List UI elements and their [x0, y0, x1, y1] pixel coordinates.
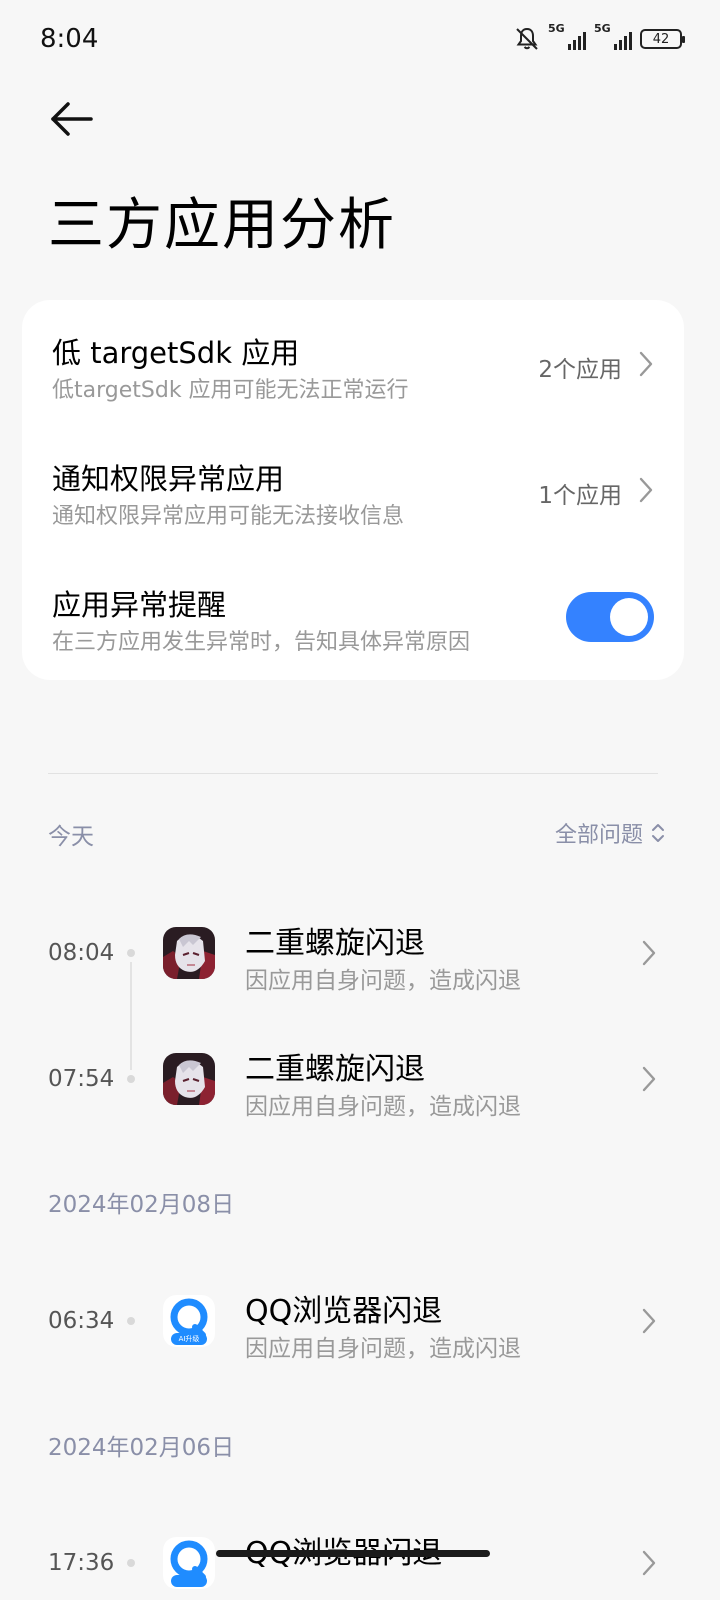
chevron-right-icon — [639, 477, 653, 503]
log-time: 08:04 — [48, 940, 115, 966]
low-targetsdk-row[interactable]: 低 targetSdk 应用 低targetSdk 应用可能无法正常运行 2个应… — [22, 300, 684, 426]
chevron-right-icon — [642, 1308, 656, 1334]
arrow-left-icon — [51, 102, 93, 136]
row-subtitle: 在三方应用发生异常时，告知具体异常原因 — [52, 630, 471, 655]
back-button[interactable] — [46, 95, 98, 143]
row-value: 2个应用 — [538, 357, 622, 383]
log-title: QQ浏览器闪退 — [245, 1294, 443, 1329]
filter-label: 全部问题 — [554, 823, 643, 848]
row-value: 1个应用 — [538, 483, 622, 509]
log-time: 07:54 — [48, 1066, 115, 1092]
log-subtitle: 因应用自身问题，造成闪退 — [245, 968, 521, 994]
qq-browser-icon: AI升级 — [163, 1295, 215, 1347]
log-title: 二重螺旋闪退 — [245, 1052, 425, 1087]
signal-label: 5G — [594, 22, 611, 35]
toggle-knob — [610, 598, 648, 636]
filter-dropdown[interactable]: 全部问题 — [555, 817, 665, 849]
home-indicator[interactable] — [216, 1550, 490, 1557]
signal-icon: 5G — [594, 22, 632, 50]
log-time: 06:34 — [48, 1308, 115, 1334]
chevron-right-icon — [642, 940, 656, 966]
chevron-right-icon — [642, 1550, 656, 1576]
log-subtitle: 因应用自身问题，造成闪退 — [245, 1336, 521, 1362]
log-item[interactable]: 17:36 QQ浏览器闪退 — [0, 1515, 720, 1600]
bell-muted-icon — [516, 27, 538, 50]
row-subtitle: 低targetSdk 应用可能无法正常运行 — [52, 378, 409, 403]
timeline-dot — [127, 1317, 135, 1325]
log-item[interactable]: 08:04 二重螺旋闪退 因应用自身问题，造成闪退 — [0, 905, 720, 1005]
game-avatar-icon — [163, 1053, 215, 1105]
section-date: 今天 — [48, 824, 94, 850]
row-title: 通知权限异常应用 — [52, 462, 285, 496]
timeline-dot — [127, 1075, 135, 1083]
chevron-right-icon — [639, 351, 653, 377]
sort-updown-icon — [652, 824, 664, 842]
qq-browser-icon — [163, 1537, 215, 1589]
log-title: 二重螺旋闪退 — [245, 926, 425, 961]
section-date: 2024年02月08日 — [48, 1192, 235, 1218]
status-icons: 5G 5G 42 — [514, 22, 685, 52]
chevron-right-icon — [642, 1066, 656, 1092]
battery-level: 42 — [652, 31, 670, 47]
signal-icon: 5G — [548, 22, 586, 50]
timeline-dot — [127, 1559, 135, 1567]
battery-icon: 42 — [640, 29, 685, 49]
section-date: 2024年02月06日 — [48, 1435, 235, 1461]
log-item[interactable]: 07:54 二重螺旋闪退 因应用自身问题，造成闪退 — [0, 1031, 720, 1131]
timeline-dot — [127, 949, 135, 957]
row-subtitle: 通知权限异常应用可能无法接收信息 — [52, 504, 405, 529]
exception-alert-toggle[interactable] — [566, 592, 654, 642]
log-time: 17:36 — [48, 1550, 115, 1576]
app-badge: AI升级 — [178, 1335, 200, 1343]
row-title: 低 targetSdk 应用 — [52, 336, 300, 370]
log-subtitle: 因应用自身问题，造成闪退 — [245, 1094, 521, 1120]
game-avatar-icon — [163, 927, 215, 979]
notification-permission-row[interactable]: 通知权限异常应用 通知权限异常应用可能无法接收信息 1个应用 — [22, 426, 684, 552]
divider — [48, 773, 658, 774]
page-title: 三方应用分析 — [48, 193, 396, 258]
row-title: 应用异常提醒 — [52, 588, 227, 622]
settings-card: 低 targetSdk 应用 低targetSdk 应用可能无法正常运行 2个应… — [22, 300, 684, 680]
status-time: 8:04 — [40, 24, 99, 54]
log-item[interactable]: 06:34 AI升级 QQ浏览器闪退 因应用自身问题，造成闪退 — [0, 1273, 720, 1373]
app-exception-alert-row: 应用异常提醒 在三方应用发生异常时，告知具体异常原因 — [22, 552, 684, 678]
signal-label: 5G — [548, 22, 565, 35]
